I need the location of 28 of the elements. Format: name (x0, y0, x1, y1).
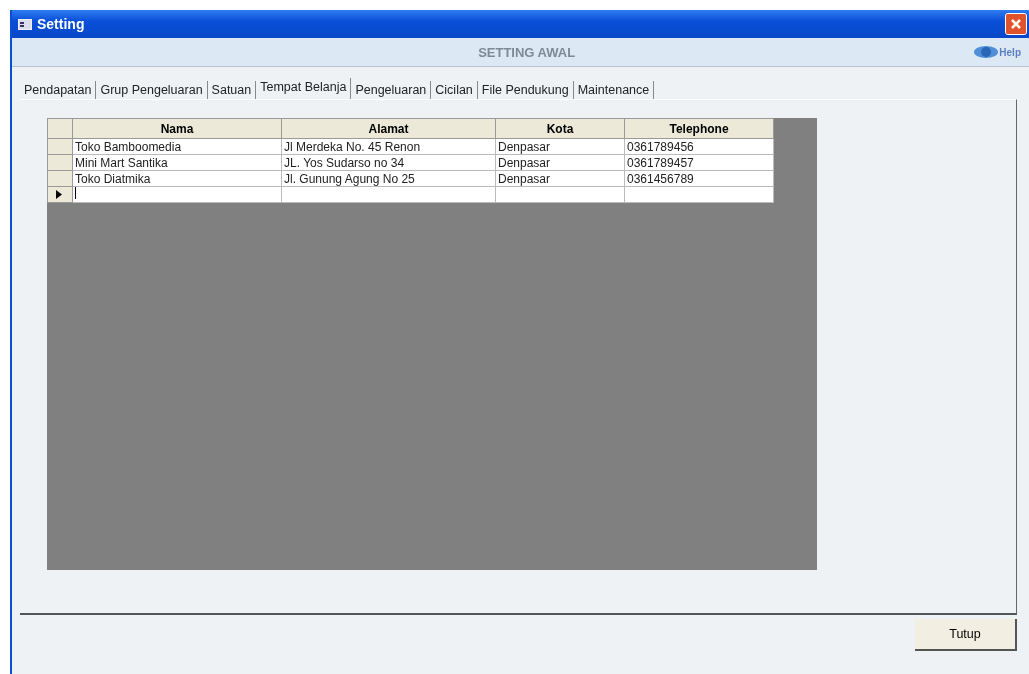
table-cell: Toko Bamboomedia (75, 139, 182, 154)
tab[interactable]: File Pendukung (477, 81, 574, 99)
close-button[interactable]: Tutup (915, 619, 1017, 651)
table-cell: Denpasar (498, 155, 551, 170)
table-cell: Denpasar (498, 171, 551, 186)
table-cell: Jl Merdeka No. 45 Renon (284, 139, 421, 154)
table-cell: Mini Mart Santika (75, 155, 168, 170)
tab[interactable]: Grup Pengeluaran (96, 81, 208, 99)
current-row-icon (56, 190, 62, 199)
table-cell: 0361789457 (627, 155, 694, 170)
window-icon (18, 18, 32, 30)
column-header[interactable]: Kota (546, 121, 574, 136)
table-cell: Denpasar (498, 139, 551, 154)
table-cell: Toko Diatmika (75, 171, 151, 186)
window-title: Setting (37, 16, 86, 32)
tab[interactable]: Maintenance (573, 81, 655, 99)
table-cell: 0361456789 (627, 171, 694, 186)
table-cell: 0361789456 (627, 139, 694, 154)
table-cell: JL. Yos Sudarso no 34 (284, 155, 405, 170)
column-header[interactable]: Nama (160, 121, 194, 136)
tab[interactable]: Cicilan (431, 81, 478, 99)
table-cell: Jl. Gunung Agung No 25 (284, 171, 415, 186)
tab[interactable]: Pengeluaran (351, 81, 432, 99)
tab[interactable]: Pendapatan (20, 81, 97, 99)
close-icon[interactable] (1005, 13, 1027, 35)
header-title: SETTING AWAL (477, 44, 577, 60)
column-header[interactable]: Alamat (368, 121, 409, 136)
help-icon[interactable] (973, 44, 1000, 60)
